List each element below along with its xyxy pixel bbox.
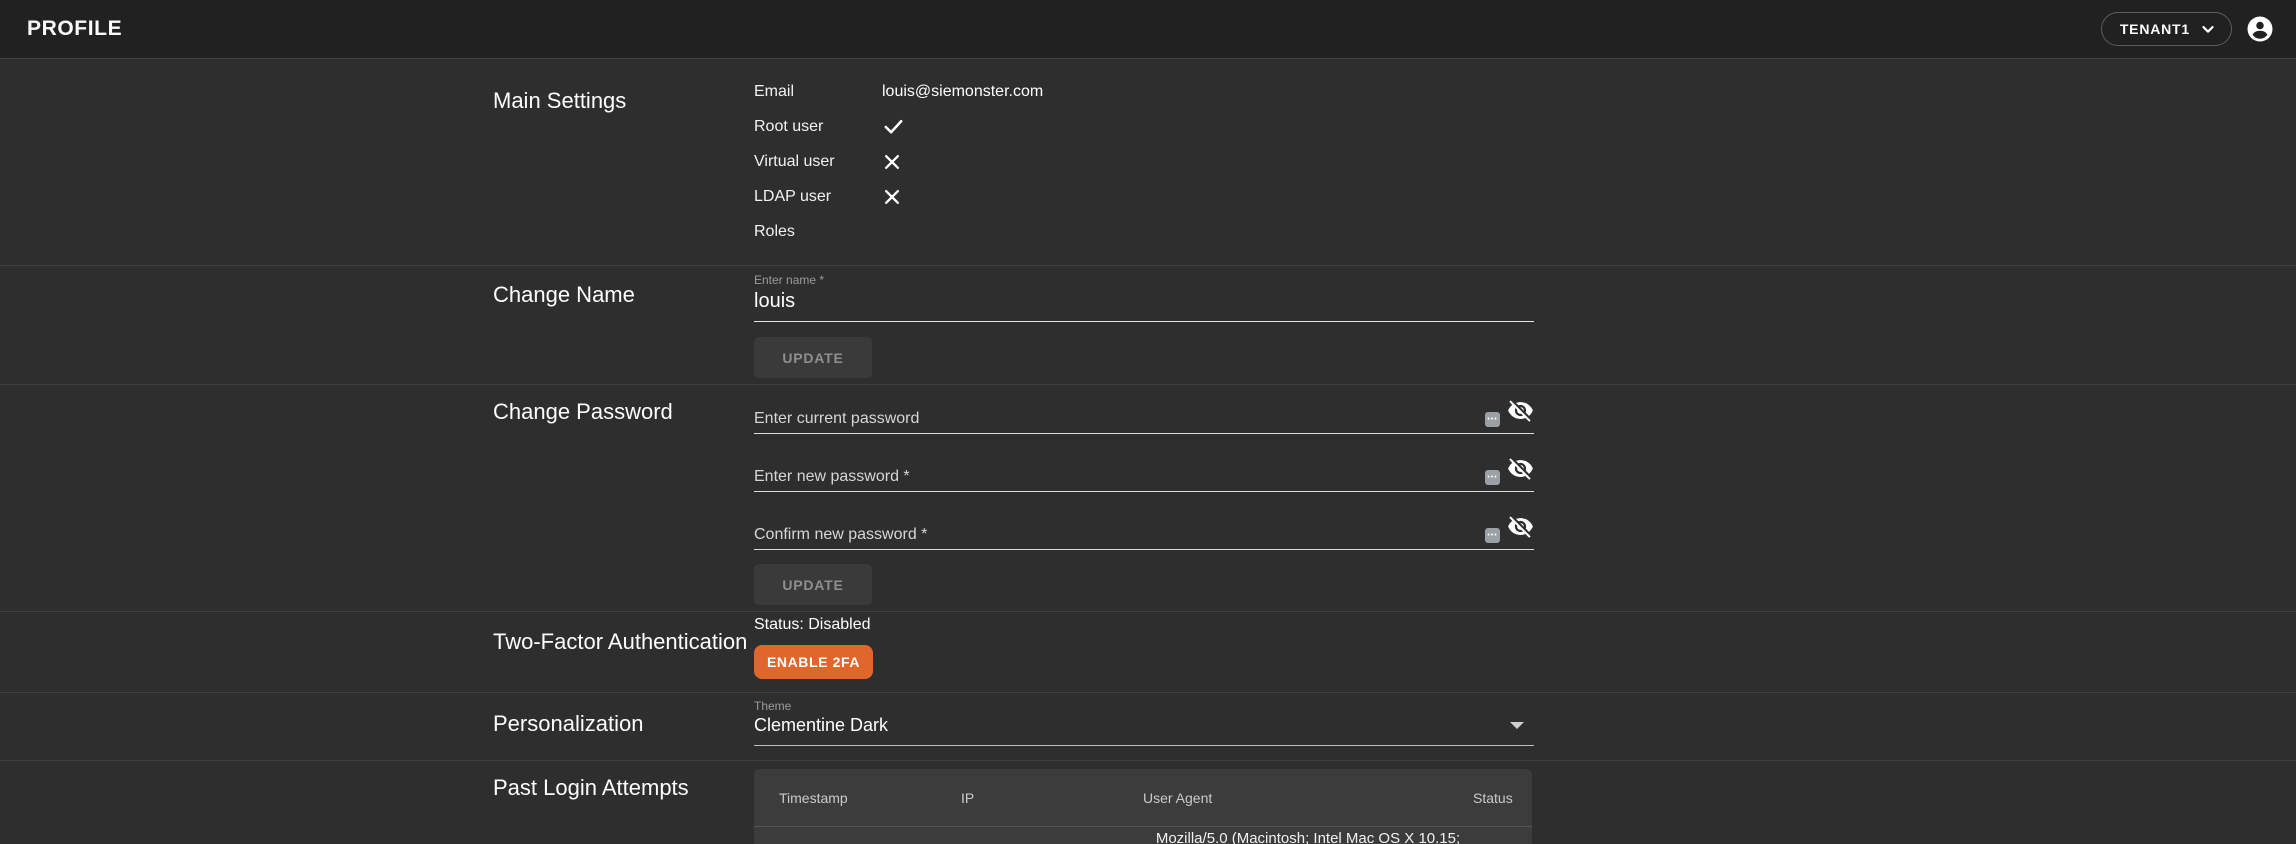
password-key-icon [1485, 528, 1500, 543]
change-name-form: Enter name * UPDATE [754, 273, 1534, 378]
theme-label: Theme [754, 699, 1534, 713]
enable-2fa-button[interactable]: ENABLE 2FA [754, 645, 873, 679]
field-row-email: Email louis@siemonster.com [754, 74, 1534, 109]
account-avatar-icon[interactable] [2244, 13, 2276, 45]
eye-slash-icon[interactable] [1507, 513, 1534, 540]
email-label: Email [754, 83, 882, 101]
roles-label: Roles [754, 223, 882, 241]
check-icon [882, 115, 905, 138]
field-row-root-user: Root user [754, 109, 1534, 144]
virtual-user-label: Virtual user [754, 153, 882, 171]
change-password-heading: Change Password [493, 399, 673, 425]
name-field-label: Enter name * [754, 273, 1534, 287]
chevron-down-icon [2199, 20, 2217, 38]
ldap-user-label: LDAP user [754, 188, 882, 206]
cross-icon [882, 187, 902, 207]
ip-cell [961, 829, 1143, 844]
personalization-content: Theme Clementine Dark [754, 699, 1534, 746]
field-row-roles: Roles [754, 214, 1534, 249]
current-password-field [754, 385, 1534, 434]
section-two-factor: Two-Factor Authentication Status: Disabl… [0, 612, 2296, 693]
root-user-label: Root user [754, 118, 882, 136]
current-password-input[interactable] [754, 410, 1444, 428]
section-change-name: Change Name Enter name * UPDATE [0, 266, 2296, 385]
page-title: PROFILE [27, 17, 122, 41]
column-header-user-agent: User Agent [1143, 790, 1473, 806]
update-name-button[interactable]: UPDATE [754, 337, 872, 378]
confirm-password-input[interactable] [754, 526, 1444, 544]
field-row-virtual-user: Virtual user [754, 144, 1534, 179]
password-key-icon [1485, 412, 1500, 427]
eye-slash-icon[interactable] [1507, 397, 1534, 424]
main-settings-heading: Main Settings [493, 88, 626, 114]
change-name-heading: Change Name [493, 282, 635, 308]
update-password-button[interactable]: UPDATE [754, 564, 872, 605]
theme-select[interactable]: Clementine Dark [754, 713, 1534, 746]
theme-selected-value: Clementine Dark [754, 715, 1534, 736]
column-header-status: Status [1473, 790, 1513, 806]
profile-page: PROFILE TENANT1 Main Settings Email [0, 0, 2296, 844]
personalization-heading: Personalization [493, 711, 643, 737]
timestamp-cell [779, 829, 961, 844]
password-key-icon [1485, 470, 1500, 485]
tenant-selector-label: TENANT1 [2120, 21, 2190, 37]
two-factor-heading: Two-Factor Authentication [493, 629, 747, 655]
top-bar: PROFILE TENANT1 [0, 0, 2296, 59]
name-input[interactable] [754, 287, 1534, 322]
column-header-timestamp: Timestamp [779, 790, 961, 806]
section-personalization: Personalization Theme Clementine Dark [0, 693, 2296, 761]
two-factor-status: Status: Disabled [754, 616, 1534, 634]
dropdown-caret-icon [1510, 722, 1524, 729]
section-change-password: Change Password [0, 385, 2296, 612]
confirm-password-field [754, 501, 1534, 550]
new-password-input[interactable] [754, 468, 1444, 486]
cross-icon [882, 152, 902, 172]
two-factor-content: Status: Disabled ENABLE 2FA [754, 616, 1534, 679]
top-bar-actions: TENANT1 [2101, 12, 2276, 46]
past-login-heading: Past Login Attempts [493, 775, 689, 801]
email-value: louis@siemonster.com [882, 83, 1043, 101]
login-table-header: Timestamp IP User Agent Status [754, 769, 1532, 826]
column-header-ip: IP [961, 790, 1143, 806]
new-password-field [754, 443, 1534, 492]
section-past-login: Past Login Attempts Timestamp IP User Ag… [0, 761, 2296, 844]
eye-slash-icon[interactable] [1507, 455, 1534, 482]
table-row: Mozilla/5.0 (Macintosh; Intel Mac OS X 1… [754, 827, 1532, 844]
main-settings-fields: Email louis@siemonster.com Root user Vir… [754, 74, 1534, 249]
login-attempts-table: Timestamp IP User Agent Status Mozilla/5… [754, 769, 1532, 844]
change-password-form: UPDATE [754, 385, 1534, 605]
section-main-settings: Main Settings Email louis@siemonster.com… [0, 59, 2296, 266]
status-cell [1473, 829, 1507, 844]
field-row-ldap-user: LDAP user [754, 179, 1534, 214]
user-agent-cell: Mozilla/5.0 (Macintosh; Intel Mac OS X 1… [1143, 829, 1473, 844]
tenant-selector-button[interactable]: TENANT1 [2101, 12, 2232, 46]
